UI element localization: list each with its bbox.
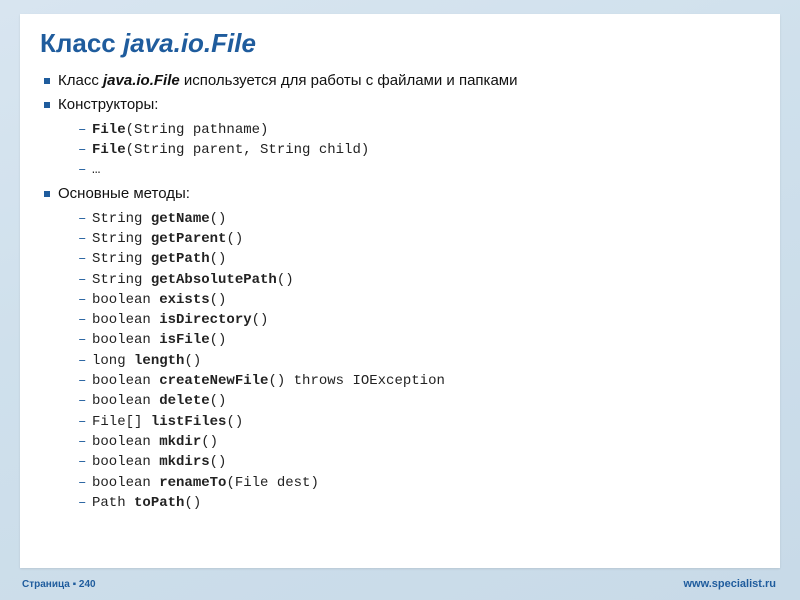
- method-return: long: [92, 353, 134, 369]
- constructors-label: Конструкторы:: [58, 96, 158, 113]
- method-post: (): [201, 434, 218, 450]
- method-name: getAbsolutePath: [151, 272, 277, 288]
- constructor-item: …: [78, 160, 760, 180]
- method-item: boolean mkdirs(): [78, 452, 760, 472]
- method-name: getName: [151, 211, 210, 227]
- page-footer: Страница ▪ 240: [22, 579, 96, 590]
- method-name: mkdir: [159, 434, 201, 450]
- method-return: String: [92, 251, 151, 267]
- ctor-rest: (String parent, String child): [126, 142, 370, 158]
- method-return: boolean: [92, 373, 159, 389]
- method-return: boolean: [92, 292, 159, 308]
- method-post: (): [184, 495, 201, 511]
- method-item: boolean exists(): [78, 290, 760, 310]
- method-name: isDirectory: [159, 312, 251, 328]
- footer-sep: ▪: [70, 579, 79, 590]
- method-return: String: [92, 231, 151, 247]
- method-return: String: [92, 211, 151, 227]
- method-return: Path: [92, 495, 134, 511]
- ctor-rest: …: [92, 162, 100, 178]
- method-item: boolean delete(): [78, 391, 760, 411]
- method-item: File[] listFiles(): [78, 412, 760, 432]
- footer-page-label: Страница: [22, 579, 70, 590]
- method-return: boolean: [92, 312, 159, 328]
- slide-content: Класс java.io.File Класс java.io.File ис…: [20, 14, 780, 568]
- method-name: listFiles: [151, 414, 227, 430]
- footer-page-number: 240: [79, 579, 96, 590]
- method-item: String getPath(): [78, 249, 760, 269]
- site-url: www.specialist.ru: [683, 578, 776, 590]
- method-return: File[]: [92, 414, 151, 430]
- method-item: boolean mkdir(): [78, 432, 760, 452]
- bullet-list: Класс java.io.File используется для рабо…: [40, 71, 760, 513]
- method-name: renameTo: [159, 475, 226, 491]
- method-item: String getName(): [78, 209, 760, 229]
- method-post: (): [210, 251, 227, 267]
- method-post: (): [277, 272, 294, 288]
- method-post: (): [210, 211, 227, 227]
- method-post: (): [226, 231, 243, 247]
- bullet-description: Класс java.io.File используется для рабо…: [44, 71, 760, 91]
- method-item: String getAbsolutePath(): [78, 270, 760, 290]
- ctor-rest: (String pathname): [126, 122, 269, 138]
- methods-list: String getName()String getParent()String…: [58, 209, 760, 513]
- constructor-item: File(String pathname): [78, 120, 760, 140]
- desc-class: java.io.File: [103, 72, 180, 89]
- method-item: boolean renameTo(File dest): [78, 473, 760, 493]
- method-post: (): [210, 454, 227, 470]
- method-return: boolean: [92, 475, 159, 491]
- title-prefix: Класс: [40, 28, 123, 58]
- ctor-bold: File: [92, 122, 126, 138]
- method-item: Path toPath(): [78, 493, 760, 513]
- method-item: boolean createNewFile() throws IOExcepti…: [78, 371, 760, 391]
- slide-title: Класс java.io.File: [40, 28, 760, 59]
- method-name: delete: [159, 393, 209, 409]
- method-return: String: [92, 272, 151, 288]
- bullet-methods: Основные методы: String getName()String …: [44, 184, 760, 513]
- method-post: (): [210, 332, 227, 348]
- method-return: boolean: [92, 454, 159, 470]
- method-name: isFile: [159, 332, 209, 348]
- method-return: boolean: [92, 393, 159, 409]
- ctor-bold: File: [92, 142, 126, 158]
- method-post: (): [226, 414, 243, 430]
- method-post: (): [210, 393, 227, 409]
- method-name: toPath: [134, 495, 184, 511]
- desc-prefix: Класс: [58, 72, 103, 89]
- method-name: length: [134, 353, 184, 369]
- method-name: getParent: [151, 231, 227, 247]
- method-return: boolean: [92, 434, 159, 450]
- method-item: boolean isFile(): [78, 330, 760, 350]
- methods-label: Основные методы:: [58, 185, 190, 202]
- title-class: java.io.File: [123, 28, 256, 58]
- method-name: exists: [159, 292, 209, 308]
- method-name: getPath: [151, 251, 210, 267]
- method-post: (): [210, 292, 227, 308]
- method-post: () throws IOException: [268, 373, 444, 389]
- method-name: createNewFile: [159, 373, 268, 389]
- method-item: boolean isDirectory(): [78, 310, 760, 330]
- desc-suffix: используется для работы с файлами и папк…: [180, 72, 518, 89]
- method-post: (File dest): [226, 475, 318, 491]
- method-name: mkdirs: [159, 454, 209, 470]
- method-return: boolean: [92, 332, 159, 348]
- constructor-item: File(String parent, String child): [78, 140, 760, 160]
- method-post: (): [252, 312, 269, 328]
- constructors-list: File(String pathname)File(String parent,…: [58, 120, 760, 181]
- bullet-constructors: Конструкторы: File(String pathname)File(…: [44, 95, 760, 180]
- method-item: String getParent(): [78, 229, 760, 249]
- method-item: long length(): [78, 351, 760, 371]
- method-post: (): [184, 353, 201, 369]
